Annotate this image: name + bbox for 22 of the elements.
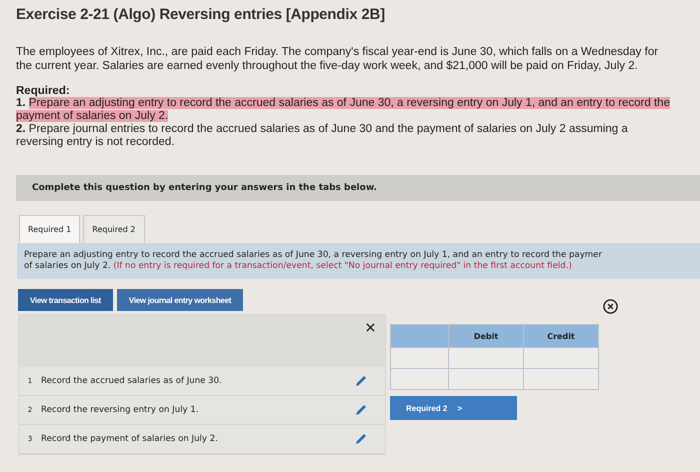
transaction-text: Record the accrued salaries as of June 30. bbox=[41, 376, 223, 386]
column-header: Debit bbox=[448, 324, 524, 348]
exercise-title: Exercise 2-21 (Algo) Reversing entries [Appendix 2B] bbox=[16, 6, 386, 23]
edit-icon[interactable] bbox=[355, 404, 367, 416]
requirement-text: 1. Prepare an adjusting entry to record the accrued salaries as of June 30, a reversing entry on July 1, and an entry to record the payment of salaries on July 2. bbox=[16, 97, 671, 123]
close-icon[interactable] bbox=[603, 299, 618, 314]
transaction-text: Record the payment of salaries on July 2. bbox=[41, 434, 219, 444]
required-heading: Required: bbox=[16, 85, 71, 97]
view-button[interactable]: View journal entry worksheet bbox=[116, 289, 244, 311]
tab[interactable]: Required 2 bbox=[83, 215, 144, 243]
problem-text: The employees of Xitrex, Inc., are paid each Friday. The company's fiscal year-end is June 30, which falls on a Wednesday for the current year. Salaries are earned evenly throughout the five-day work week, and $21,000 will be paid on Friday, July 2. bbox=[16, 45, 660, 73]
edit-icon[interactable] bbox=[355, 375, 367, 387]
instruction-banner: Complete this question by entering your answers in the tabs below. bbox=[16, 175, 700, 201]
next-button[interactable]: Required 2 > bbox=[390, 396, 517, 420]
instruction-text: Prepare an adjusting entry to record the accrued salaries as of June 30, a reversing entry on July 1, and an entry to record the paymer of salaries on July 2. (If no entry is required for a transaction/event, select "No journal entry required" in the first account field.) bbox=[17, 243, 700, 279]
view-button[interactable]: View transaction list bbox=[18, 289, 113, 311]
requirement-text: 2. Prepare journal entries to record the accrued salaries as of June 30 and the payment of salaries on July 2 assuming a reversing entry is not recorded. bbox=[16, 123, 629, 149]
transaction-text: Record the reversing entry on July 1. bbox=[41, 405, 200, 415]
edit-icon[interactable] bbox=[355, 433, 367, 445]
column-header: Credit bbox=[524, 324, 598, 348]
tab[interactable]: Required 1 bbox=[19, 215, 80, 243]
close-icon[interactable] bbox=[366, 323, 375, 332]
